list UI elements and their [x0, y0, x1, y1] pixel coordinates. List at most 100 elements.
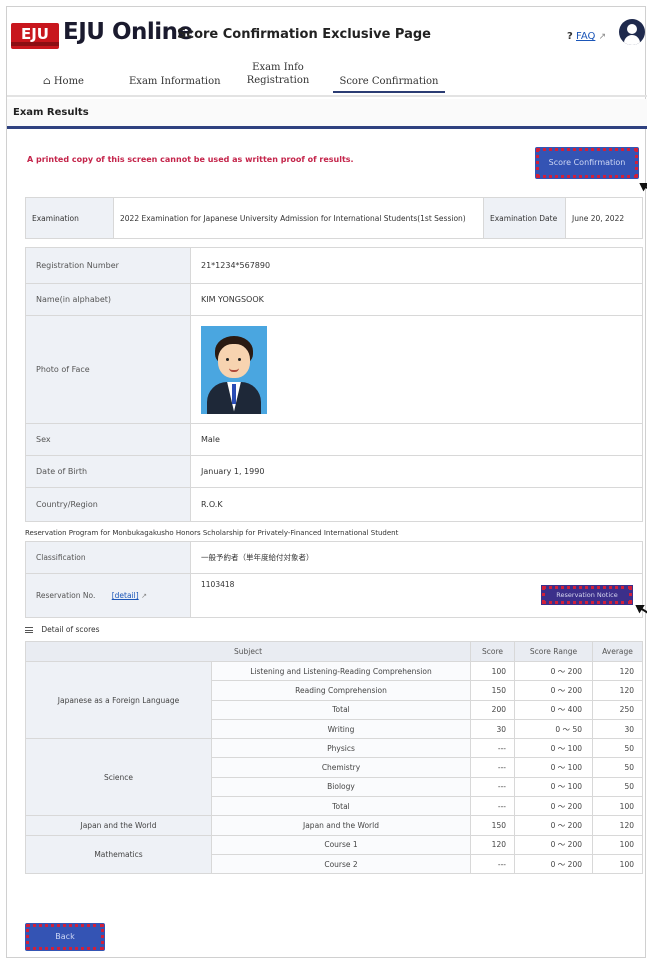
- average-cell: 50: [592, 738, 643, 759]
- score-cell: 120: [470, 834, 515, 855]
- sex-label: Sex: [25, 423, 191, 456]
- score-cell: ---: [470, 796, 515, 817]
- group-science: Science: [25, 738, 212, 817]
- table-row: Japanese as a Foreign Language Listening…: [25, 660, 643, 740]
- average-cell: 120: [592, 815, 643, 836]
- site-header: EJU EJU Online Score Confirmation Exclus…: [7, 7, 647, 97]
- reservation-table: Classification 一般予約者（単年度給付対象者） Reservati…: [25, 541, 643, 618]
- subject-cell: Course 1: [211, 834, 471, 855]
- eju-logo[interactable]: EJU: [11, 23, 59, 49]
- nav-exam-info-registration[interactable]: Exam Info Registration: [239, 61, 317, 87]
- subject-cell: Total: [211, 796, 471, 817]
- exam-date-label: Examination Date: [483, 197, 566, 239]
- range-cell: 0 ～ 200: [514, 853, 593, 875]
- home-icon: ⌂: [43, 76, 51, 87]
- subject-cell: Course 2: [211, 853, 471, 875]
- nav-home[interactable]: ⌂ Home: [43, 75, 84, 88]
- brand-title: EJU Online: [63, 19, 193, 45]
- print-warning: A printed copy of this screen cannot be …: [27, 155, 354, 164]
- score-cell: 30: [470, 718, 515, 740]
- range-cell: 0 ～ 50: [514, 718, 593, 740]
- range-cell: 0 ～ 200: [514, 796, 593, 817]
- table-row: Japan and the World Japan and the World …: [25, 815, 643, 836]
- average-cell: 100: [592, 853, 643, 875]
- reg-number-value: 21*1234*567890: [190, 247, 643, 284]
- nav-score-confirmation[interactable]: Score Confirmation: [333, 75, 445, 88]
- subject-cell: Reading Comprehension: [211, 680, 471, 701]
- exam-label: Examination: [25, 197, 114, 239]
- logo-text: EJU: [20, 25, 49, 43]
- group-jfl: Japanese as a Foreign Language: [25, 660, 212, 740]
- page-frame: EJU EJU Online Score Confirmation Exclus…: [6, 6, 647, 958]
- subject-cell: Listening and Listening-Reading Comprehe…: [211, 660, 471, 682]
- reservation-no-label: Reservation No.: [36, 591, 96, 600]
- subject-cell: Biology: [211, 776, 471, 798]
- score-confirmation-button[interactable]: Score Confirmation: [535, 147, 639, 179]
- table-row: Science Physics --- 0 ～ 100 50: [25, 738, 643, 817]
- arrow-annotation: [640, 183, 647, 198]
- score-cell: ---: [470, 776, 515, 798]
- average-cell: 50: [592, 776, 643, 798]
- average-cell: 100: [592, 834, 643, 855]
- range-cell: 0 ～ 100: [514, 776, 593, 798]
- page-subtitle: Score Confirmation Exclusive Page: [177, 27, 431, 42]
- list-icon: [25, 627, 33, 633]
- range-cell: 0 ～ 100: [514, 757, 593, 778]
- subject-cell: Total: [211, 699, 471, 720]
- reservation-caption: Reservation Program for Monbukagakusho H…: [25, 529, 399, 537]
- table-row: Mathematics Course 1 120 0 ～ 200 100: [25, 834, 643, 875]
- subject-cell: Chemistry: [211, 757, 471, 778]
- country-label: Country/Region: [25, 487, 191, 522]
- nav-exam-information[interactable]: Exam Information: [129, 75, 221, 88]
- header-score: Score: [470, 641, 515, 662]
- range-cell: 0 ～ 400: [514, 699, 593, 720]
- range-cell: 0 ～ 100: [514, 738, 593, 759]
- name-value: KIM YONGSOOK: [190, 283, 643, 316]
- score-detail-caption: Detail of scores: [25, 625, 100, 634]
- exam-date-value: June 20, 2022: [565, 197, 643, 239]
- average-cell: 120: [592, 680, 643, 701]
- score-cell: ---: [470, 853, 515, 875]
- main-nav: ⌂ Home Exam Information Exam Info Regist…: [7, 55, 647, 93]
- profile-table: Registration Number 21*1234*567890 Name(…: [25, 247, 643, 522]
- range-cell: 0 ～ 200: [514, 815, 593, 836]
- average-cell: 100: [592, 796, 643, 817]
- score-cell: 150: [470, 680, 515, 701]
- reservation-notice-button[interactable]: Reservation Notice: [541, 585, 633, 605]
- dob-label: Date of Birth: [25, 455, 191, 488]
- exam-table: Examination 2022 Examination for Japanes…: [25, 197, 643, 239]
- detail-link[interactable]: [detail]: [112, 591, 139, 600]
- group-math: Mathematics: [25, 834, 212, 875]
- reg-number-label: Registration Number: [25, 247, 191, 284]
- score-cell: 150: [470, 815, 515, 836]
- score-cell: ---: [470, 738, 515, 759]
- header-subject: Subject: [25, 641, 471, 662]
- back-button[interactable]: Back: [25, 923, 105, 951]
- classification-label: Classification: [25, 541, 191, 574]
- faq-label: FAQ: [576, 31, 596, 42]
- sex-value: Male: [190, 423, 643, 456]
- average-cell: 250: [592, 699, 643, 720]
- name-label: Name(in alphabet): [25, 283, 191, 316]
- dob-value: January 1, 1990: [190, 455, 643, 488]
- subject-cell: Physics: [211, 738, 471, 759]
- exam-value: 2022 Examination for Japanese University…: [113, 197, 484, 239]
- range-cell: 0 ～ 200: [514, 660, 593, 682]
- active-tab-indicator: [333, 91, 445, 93]
- subject-cell: Japan and the World: [211, 815, 471, 836]
- scores-table: Subject Score Score Range Average Japane…: [25, 641, 643, 875]
- range-cell: 0 ～ 200: [514, 834, 593, 855]
- group-japan-world: Japan and the World: [25, 815, 212, 836]
- header-average: Average: [592, 641, 643, 662]
- average-cell: 30: [592, 718, 643, 740]
- face-photo: [201, 325, 267, 414]
- country-value: R.O.K: [190, 487, 643, 522]
- user-icon[interactable]: [619, 19, 645, 45]
- score-cell: 100: [470, 660, 515, 682]
- average-cell: 120: [592, 660, 643, 682]
- subject-cell: Writing: [211, 718, 471, 740]
- logo-underline: [11, 42, 59, 46]
- external-link-icon: ↗: [141, 592, 147, 600]
- average-cell: 50: [592, 757, 643, 778]
- faq-link[interactable]: ? FAQ ↗: [567, 31, 606, 42]
